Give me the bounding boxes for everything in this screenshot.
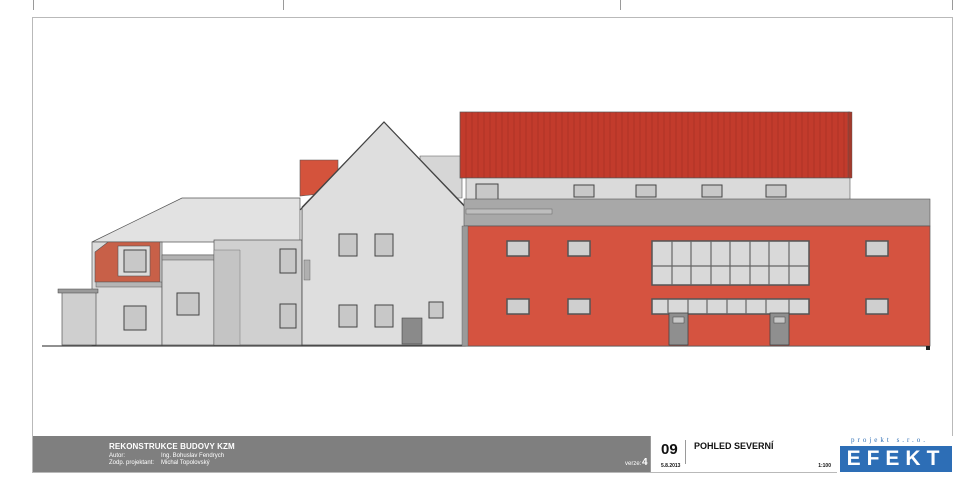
sheet-title: POHLED SEVERNÍ — [694, 441, 774, 451]
scale-text: 1:100 — [818, 463, 831, 469]
north-elevation-drawing — [42, 111, 931, 350]
title-block-info: REKONSTRUKCE BUDOVY KZM Autor: Ing. Bohu… — [33, 436, 650, 472]
company-logo: projekt s.r.o. EFEKT — [837, 436, 953, 473]
date-text: 5.8.2013 — [661, 463, 681, 469]
sheet-number: 09 — [661, 441, 678, 458]
project-name: REKONSTRUKCE BUDOVY KZM — [109, 442, 235, 451]
lead-designer-value: Michal Topolovský — [161, 460, 210, 466]
version-label: verze: — [625, 461, 642, 467]
lead-designer-label: Zodp. projektant: — [109, 460, 155, 466]
title-block-sheet: 09 POHLED SEVERNÍ 5.8.2013 1:100 — [650, 436, 837, 472]
author-label: Autor: — [109, 453, 126, 459]
logo-tagline: projekt s.r.o. — [851, 436, 928, 444]
author-value: Ing. Bohuslav Fendrych — [161, 453, 225, 459]
drawing-sheet: REKONSTRUKCE BUDOVY KZM Autor: Ing. Bohu… — [0, 0, 960, 480]
logo-name: EFEKT — [840, 446, 952, 472]
version-value: 4 — [642, 457, 648, 468]
title-divider — [685, 440, 686, 464]
